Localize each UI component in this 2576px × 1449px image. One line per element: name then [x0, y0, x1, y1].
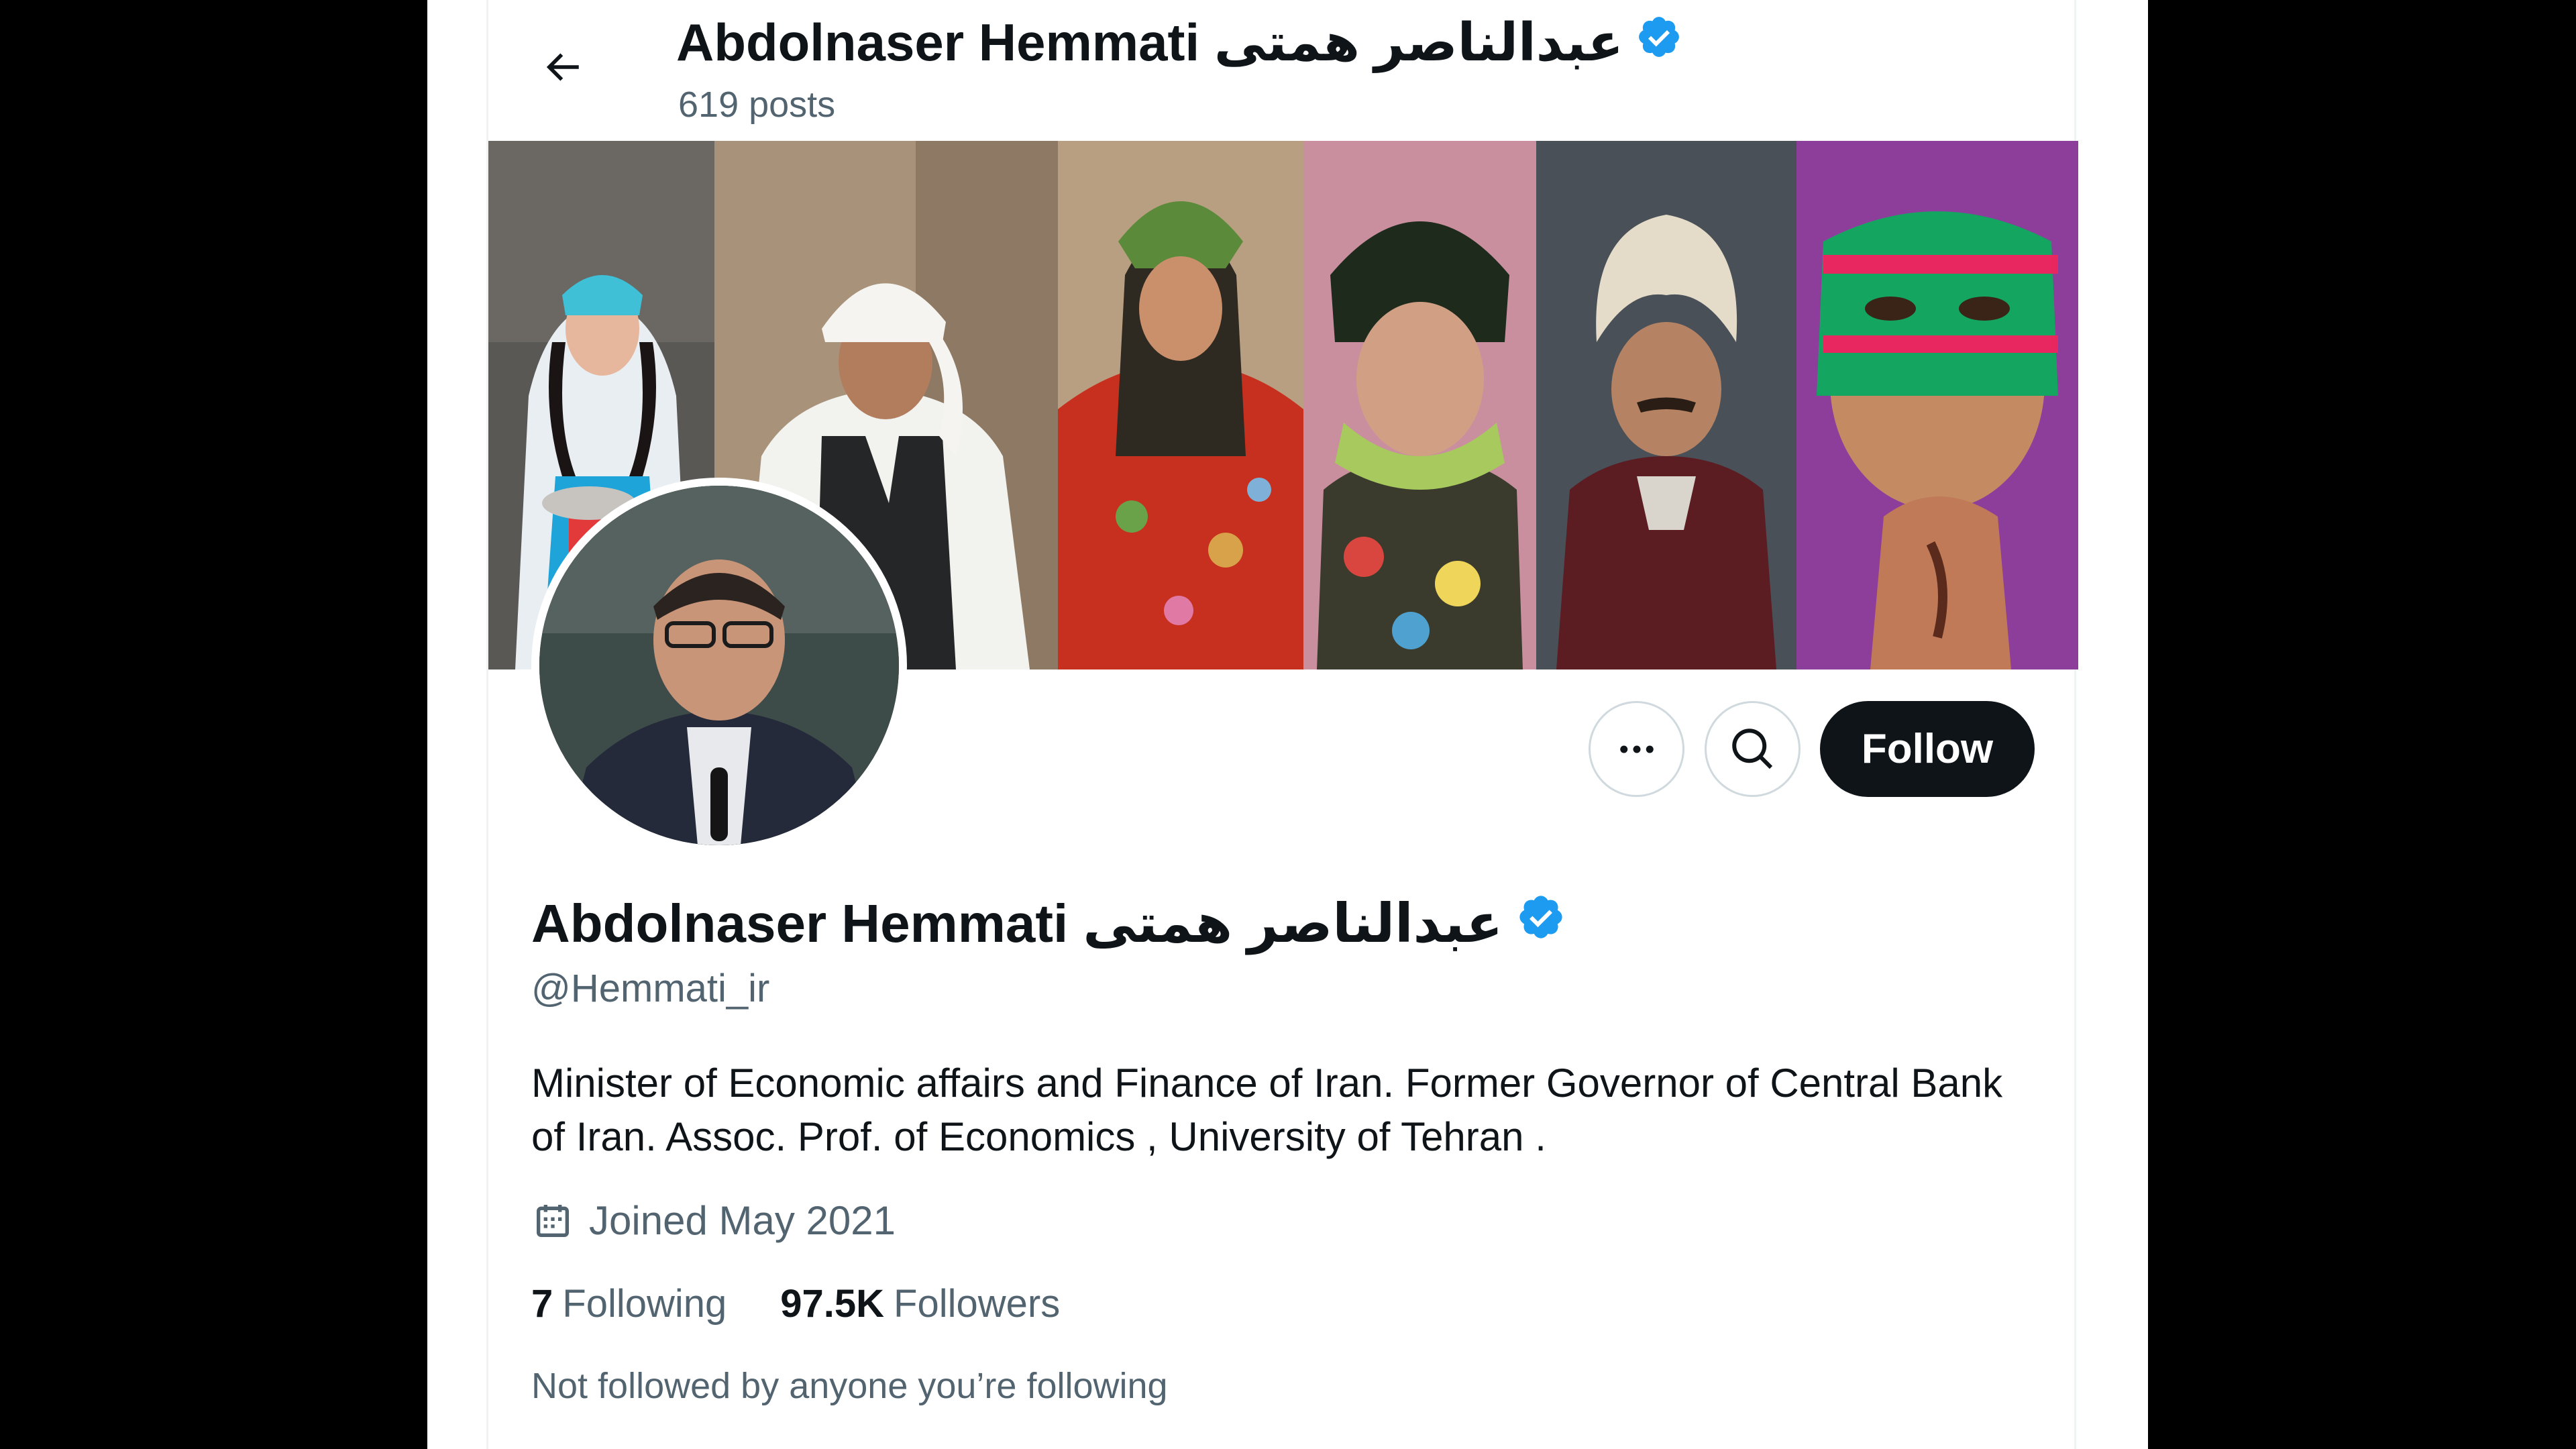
followers-count: 97.5K — [780, 1282, 885, 1326]
arrow-left-icon — [546, 53, 579, 81]
browser-viewport: Abdolnaser Hemmati عبدالناصر همتی 619 po… — [427, 0, 2148, 1449]
search-icon — [1731, 728, 1772, 769]
more-options-button[interactable] — [1589, 701, 1684, 797]
profile-bio: Minister of Economic affairs and Finance… — [531, 1061, 2003, 1159]
more-horizontal-icon — [1619, 745, 1654, 753]
follow-stats: 7 Following 97.5K Followers — [531, 1281, 1114, 1326]
profile-avatar[interactable] — [531, 478, 907, 853]
verified-badge-icon — [1635, 12, 1682, 73]
banner-photo-4 — [1303, 141, 1536, 669]
banner-photo-5 — [1536, 141, 1796, 669]
header-name: Abdolnaser Hemmati عبدالناصر همتی — [676, 13, 1623, 72]
following-count: 7 — [531, 1282, 553, 1326]
mutual-followers-note: Not followed by anyone you’re following — [531, 1366, 1168, 1406]
search-profile-button[interactable] — [1705, 701, 1801, 797]
calendar-icon — [531, 1199, 574, 1242]
joined-date: Joined May 2021 — [531, 1197, 896, 1244]
following-link[interactable]: 7 Following — [531, 1281, 727, 1326]
joined-text: Joined May 2021 — [589, 1198, 896, 1243]
following-label: Following — [562, 1282, 727, 1326]
followers-label: Followers — [894, 1282, 1061, 1326]
header-title: Abdolnaser Hemmati عبدالناصر همتی — [676, 12, 1682, 73]
posts-count: 619 posts — [678, 85, 836, 125]
followers-link[interactable]: 97.5K Followers — [780, 1281, 1060, 1326]
profile-display-name: Abdolnaser Hemmati عبدالناصر همتی — [531, 892, 1566, 955]
verified-badge-icon[interactable] — [1516, 892, 1566, 955]
profile-handle: @Hemmati_ir — [531, 967, 770, 1010]
back-button[interactable] — [529, 34, 596, 101]
profile-column: Abdolnaser Hemmati عبدالناصر همتی 619 po… — [486, 0, 2078, 1449]
follow-button[interactable]: Follow — [1820, 701, 2035, 797]
display-name-text: Abdolnaser Hemmati عبدالناصر همتی — [531, 894, 1503, 953]
banner-photo-6 — [1796, 141, 2078, 669]
banner-photo-3 — [1058, 141, 1303, 669]
